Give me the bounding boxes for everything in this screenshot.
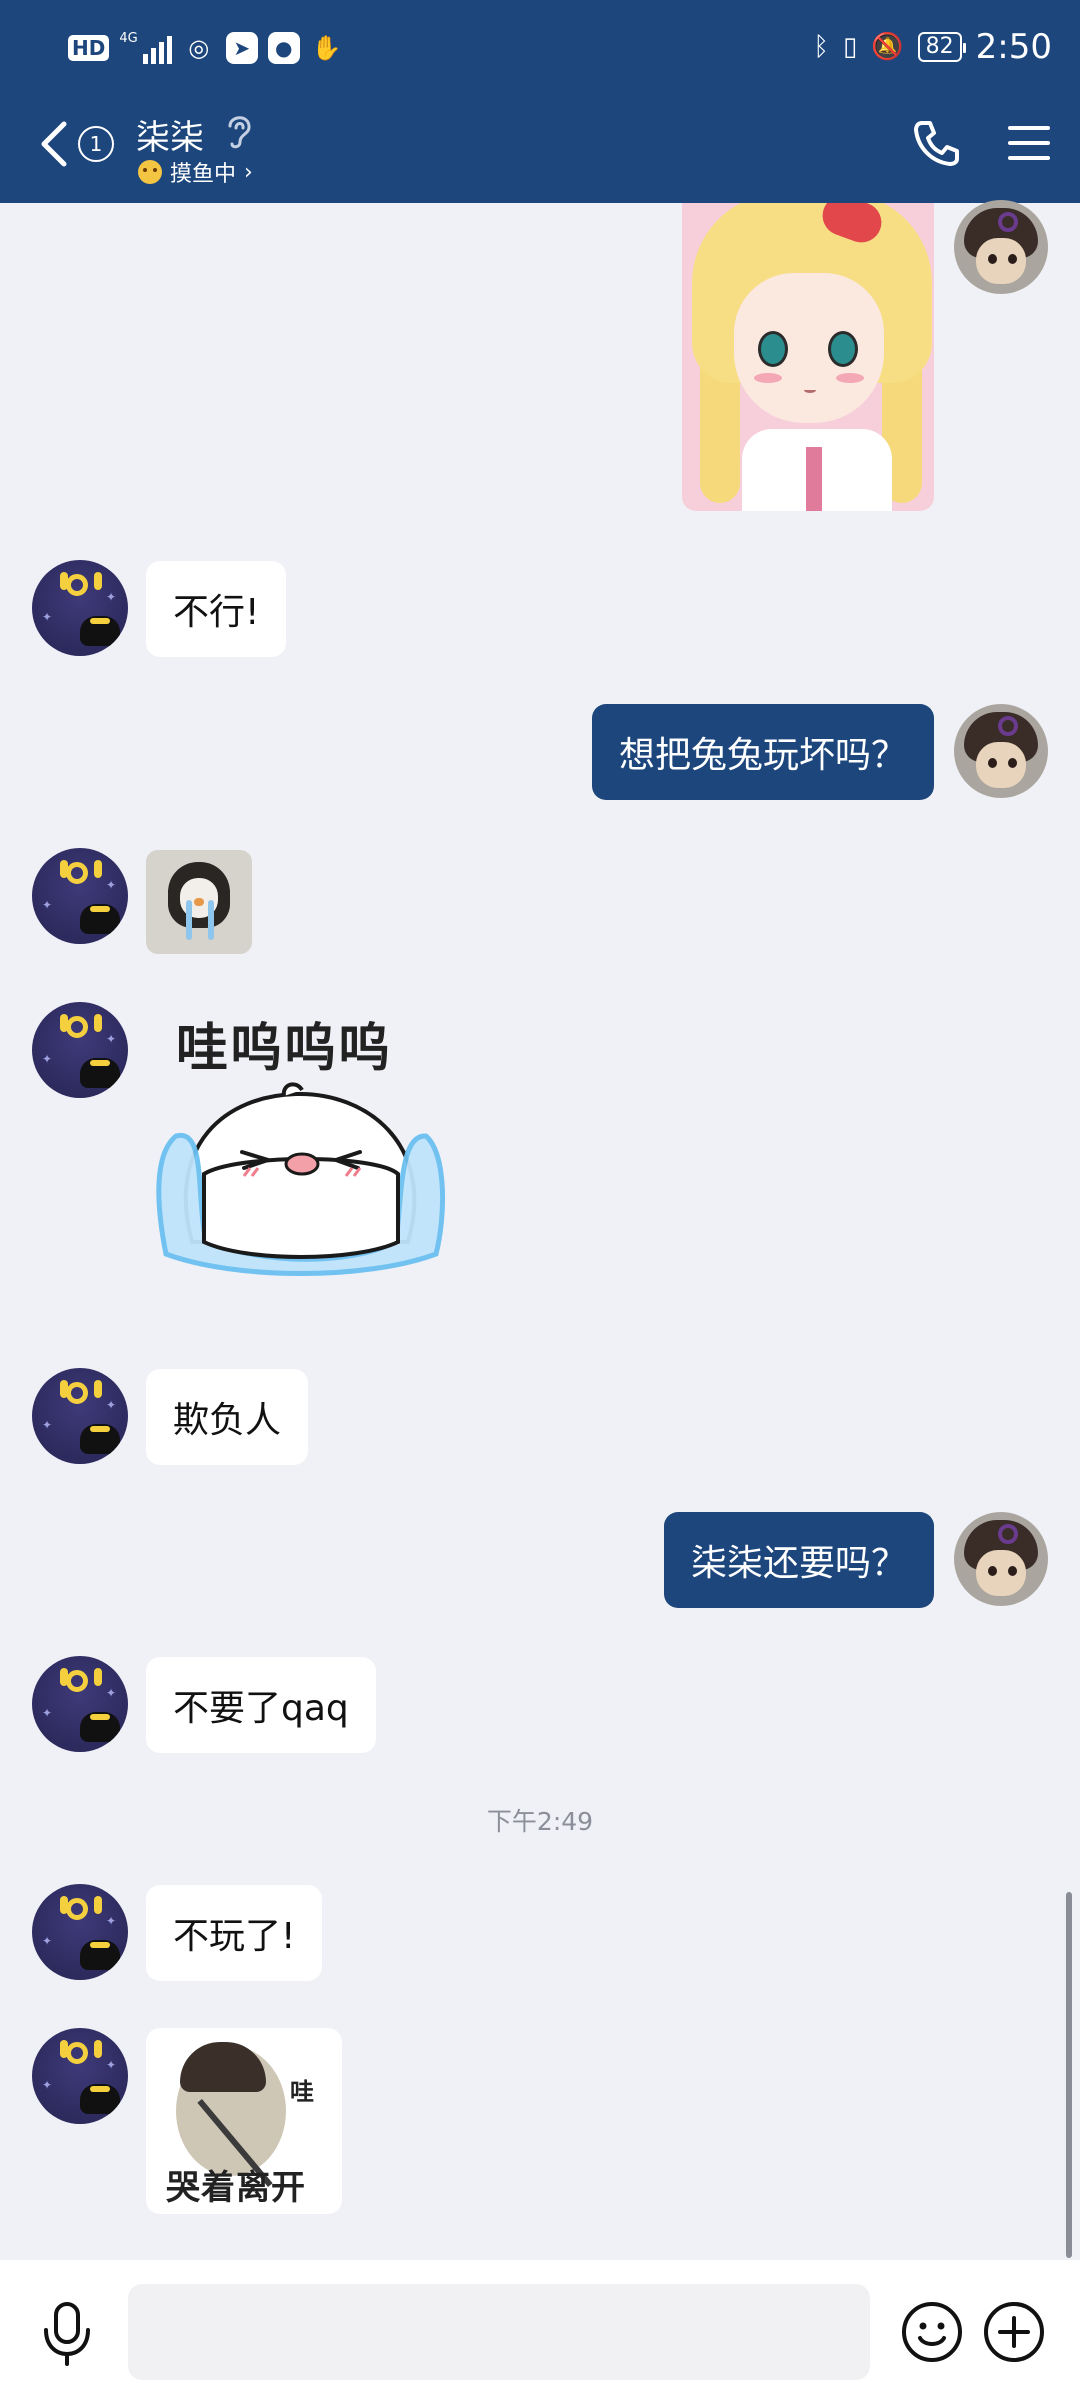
crying-blob-drawing xyxy=(156,1082,446,1276)
unread-count-badge[interactable]: 1 xyxy=(78,126,114,162)
contact-avatar[interactable]: ✦ ✦ xyxy=(32,848,128,944)
hd-indicator: HD xyxy=(68,35,110,61)
sticker-crying-leaving[interactable]: 哇 哭着离开 xyxy=(146,2028,342,2214)
hand-notification-icon: ✋ xyxy=(311,34,342,62)
status-bar-left: HD 4G ◎ ➤ ● ✋ xyxy=(68,28,344,68)
contact-avatar[interactable]: ✦ ✦ xyxy=(32,1656,128,1752)
mute-bell-icon: 🔕 xyxy=(871,32,904,62)
vibrate-icon: ▯ xyxy=(842,32,858,62)
sent-image-anime-girl[interactable] xyxy=(682,203,934,511)
contact-status[interactable]: 摸鱼中 › xyxy=(138,156,253,188)
plus-icon[interactable] xyxy=(982,2300,1046,2364)
contact-avatar[interactable]: ✦ ✦ xyxy=(32,560,128,656)
my-avatar[interactable] xyxy=(954,200,1048,294)
contact-avatar[interactable]: ✦ ✦ xyxy=(32,2028,128,2124)
sticker-wa-text: 哇 xyxy=(290,2078,314,2106)
message-bubble-outgoing[interactable]: 想把兔兔玩坏吗？ xyxy=(591,704,934,800)
hotspot-icon: ◎ xyxy=(188,34,210,62)
network-type: 4G xyxy=(119,31,138,46)
contact-name[interactable]: 柒柒 xyxy=(136,110,204,159)
sticker-crying-blob[interactable]: 哇呜呜呜 xyxy=(146,1004,466,1312)
message-input[interactable] xyxy=(128,2284,870,2380)
message-bubble-incoming[interactable]: 不玩了! xyxy=(146,1885,323,1981)
contact-avatar[interactable]: ✦ ✦ xyxy=(32,1002,128,1098)
phone-icon[interactable] xyxy=(912,118,962,168)
bluetooth-icon: ᛒ xyxy=(813,32,829,62)
app-notification-icon: ➤ xyxy=(225,32,258,64)
message-bubble-incoming[interactable]: 不要了qaq xyxy=(146,1657,376,1753)
status-bar-right: ᛒ ▯ 🔕 82 2:50 xyxy=(813,24,1052,70)
menu-icon[interactable] xyxy=(1008,124,1050,162)
my-avatar[interactable] xyxy=(954,704,1048,798)
message-bubble-incoming[interactable]: 欺负人 xyxy=(146,1369,309,1465)
status-emoji-icon xyxy=(138,160,162,184)
status-text: 摸鱼中 xyxy=(170,162,237,187)
message-bubble-outgoing[interactable]: 柒柒还要吗？ xyxy=(663,1512,934,1608)
emoji-icon[interactable] xyxy=(900,2300,964,2364)
clock: 2:50 xyxy=(975,27,1052,67)
contact-avatar[interactable]: ✦ ✦ xyxy=(32,1368,128,1464)
signal-icon: 4G xyxy=(119,31,172,64)
contact-avatar[interactable]: ✦ ✦ xyxy=(32,1884,128,1980)
sticker-caption: 哭着离开 xyxy=(166,2168,306,2208)
message-timestamp: 下午2:49 xyxy=(486,1807,594,1836)
battery-indicator: 82 xyxy=(917,32,966,62)
message-bubble-incoming[interactable]: 不行! xyxy=(146,561,287,657)
ear-icon xyxy=(228,116,251,149)
status-chevron-icon: › xyxy=(244,159,253,185)
back-icon[interactable] xyxy=(34,118,74,170)
my-avatar[interactable] xyxy=(954,1512,1048,1606)
scrollbar-thumb[interactable] xyxy=(1066,1892,1072,2258)
sticker-crying-penguin[interactable] xyxy=(146,850,252,954)
input-bar xyxy=(0,2260,1080,2400)
bulb-notification-icon: ● xyxy=(267,32,300,64)
chat-header: HD 4G ◎ ➤ ● ✋ ᛒ ▯ 🔕 82 2:50 1 柒柒 摸鱼中 › xyxy=(0,0,1080,203)
microphone-icon[interactable] xyxy=(40,2300,94,2368)
